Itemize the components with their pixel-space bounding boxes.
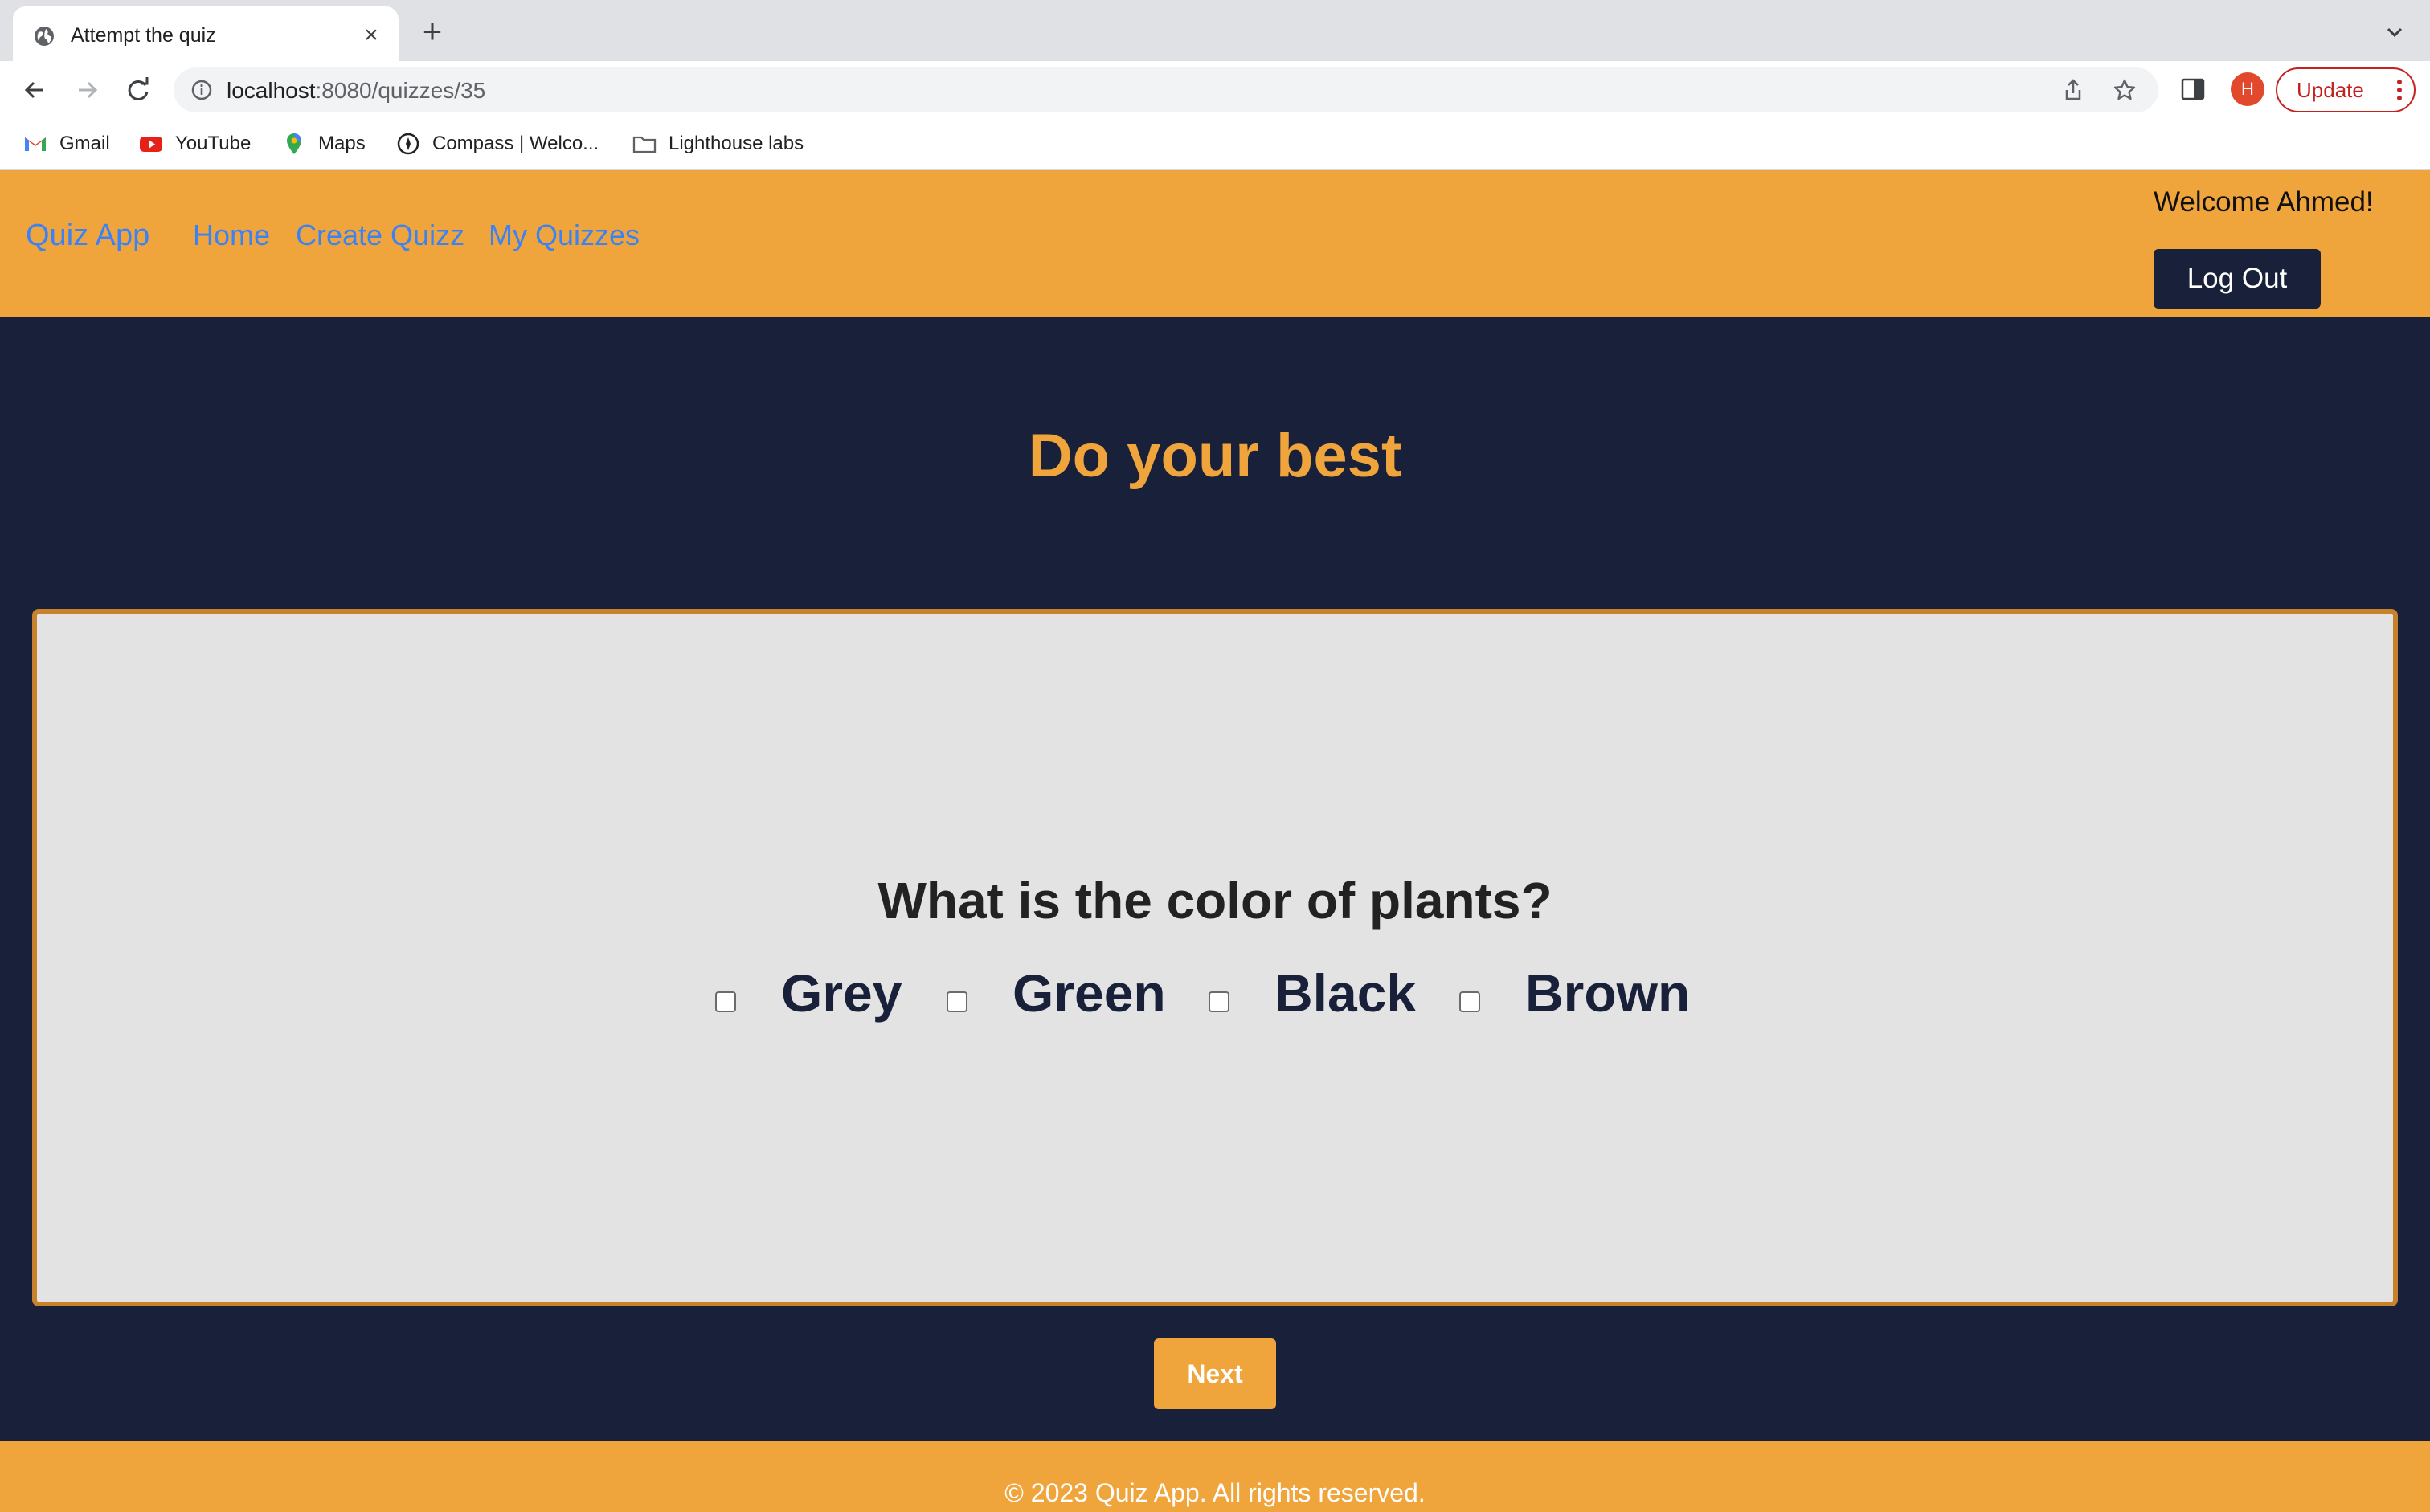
gmail-icon xyxy=(25,137,46,151)
bookmark-label: Maps xyxy=(318,133,366,154)
nav-create-quiz[interactable]: Create Quizz xyxy=(296,219,464,252)
bookmark-label: Compass | Welco... xyxy=(432,133,599,154)
bookmark-compass[interactable]: Compass | Welco... xyxy=(395,130,599,157)
profile-avatar[interactable]: H xyxy=(2231,72,2264,106)
bookmark-star-icon[interactable] xyxy=(2112,77,2138,103)
option-checkbox-brown[interactable] xyxy=(1459,991,1480,1012)
compass-icon xyxy=(397,133,419,155)
bookmark-youtube[interactable]: YouTube xyxy=(138,130,251,157)
question-card: What is the color of plants? Grey Green … xyxy=(32,609,2398,1306)
bookmark-gmail[interactable]: Gmail xyxy=(22,130,110,157)
back-icon[interactable] xyxy=(18,72,53,108)
app-header: Quiz App Home Create Quizz My Quizzes We… xyxy=(0,170,2430,317)
close-tab-icon[interactable]: × xyxy=(358,22,384,48)
bookmark-maps[interactable]: Maps xyxy=(281,130,366,157)
update-label: Update xyxy=(2297,78,2364,102)
maps-icon xyxy=(287,133,301,154)
forward-icon[interactable] xyxy=(69,72,104,108)
option-checkbox-black[interactable] xyxy=(1209,991,1229,1012)
tab-title: Attempt the quiz xyxy=(71,24,216,47)
app-footer: © 2023 Quiz App. All rights reserved. xyxy=(0,1441,2430,1512)
more-vert-icon xyxy=(2397,80,2402,100)
url-text: localhost:8080/quizzes/35 xyxy=(227,78,485,104)
update-button[interactable]: Update xyxy=(2276,67,2416,112)
side-panel-icon[interactable] xyxy=(2179,76,2207,103)
footer-copyright: © 2023 Quiz App. All rights reserved. xyxy=(1004,1478,1426,1507)
brand-link[interactable]: Quiz App xyxy=(26,219,149,253)
browser-tab-strip: Attempt the quiz × + xyxy=(0,0,2430,63)
option-checkbox-green[interactable] xyxy=(947,991,968,1012)
option-checkbox-grey[interactable] xyxy=(715,991,736,1012)
browser-tab[interactable]: Attempt the quiz × xyxy=(13,6,399,63)
page-title: Do your best xyxy=(1028,422,1402,490)
site-info-icon[interactable] xyxy=(190,78,214,102)
bookmark-label: Gmail xyxy=(59,133,110,154)
nav-home[interactable]: Home xyxy=(193,219,270,252)
nav-my-quizzes[interactable]: My Quizzes xyxy=(489,219,640,252)
youtube-icon xyxy=(140,137,162,152)
option-label-green[interactable]: Green xyxy=(1012,962,1166,1024)
welcome-message: Welcome Ahmed! xyxy=(2154,186,2374,218)
url-path: :8080/quizzes/35 xyxy=(315,78,486,103)
new-tab-icon[interactable]: + xyxy=(418,14,447,48)
reload-icon[interactable] xyxy=(121,72,156,108)
share-icon[interactable] xyxy=(2060,77,2086,103)
bookmark-label: Lighthouse labs xyxy=(669,133,804,154)
question-text: What is the color of plants? xyxy=(878,872,1552,930)
bookmark-label: YouTube xyxy=(175,133,252,154)
logout-button[interactable]: Log Out xyxy=(2154,249,2321,309)
bookmarks-bar: Gmail YouTube Maps Compass | Welco... Li… xyxy=(0,117,2430,170)
chevron-down-icon[interactable] xyxy=(2380,18,2409,47)
option-label-brown[interactable]: Brown xyxy=(1525,962,1690,1024)
globe-icon xyxy=(35,27,54,46)
bookmark-lighthouse-labs[interactable]: Lighthouse labs xyxy=(632,130,804,157)
option-label-grey[interactable]: Grey xyxy=(781,962,902,1024)
browser-toolbar: localhost:8080/quizzes/35 H Update xyxy=(0,61,2430,117)
address-bar[interactable]: localhost:8080/quizzes/35 xyxy=(174,67,2158,112)
url-host: localhost xyxy=(227,78,316,103)
option-label-black[interactable]: Black xyxy=(1274,962,1416,1024)
folder-icon xyxy=(632,136,657,153)
next-button[interactable]: Next xyxy=(1154,1338,1276,1409)
